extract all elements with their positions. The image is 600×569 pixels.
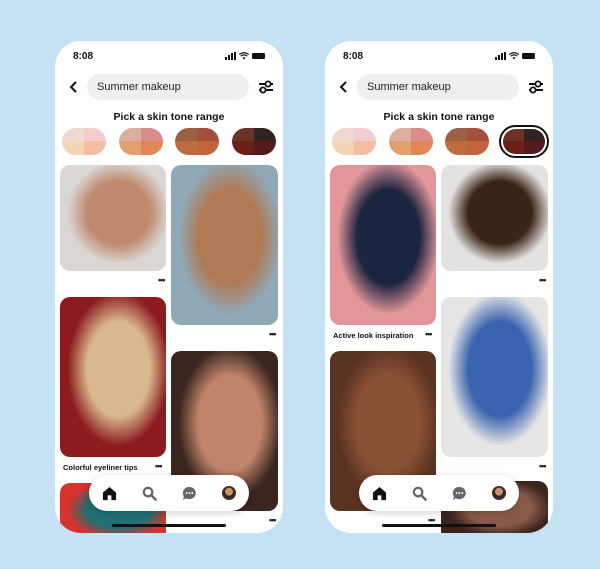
skin-tone-heading: Pick a skin tone range — [113, 111, 225, 123]
cellular-signal-icon — [225, 52, 236, 60]
filter-button[interactable] — [257, 78, 275, 96]
chevron-left-icon — [69, 81, 77, 93]
pin-image[interactable] — [330, 165, 436, 325]
profile-avatar — [222, 486, 236, 500]
phone-screen-right: 8:08 Summer makeup Pick a skin tone rang… — [325, 41, 553, 533]
status-time: 8:08 — [73, 50, 94, 62]
skin-tone-swatch-2[interactable] — [388, 127, 433, 155]
back-button[interactable] — [335, 79, 351, 95]
messages-icon — [182, 486, 196, 500]
wifi-icon — [239, 52, 249, 60]
skin-tone-heading: Pick a skin tone range — [383, 111, 495, 123]
bottom-nav — [89, 475, 249, 511]
filter-sliders-icon — [529, 80, 543, 94]
search-icon — [142, 486, 157, 501]
chevron-left-icon — [339, 81, 347, 93]
home-icon — [372, 486, 386, 500]
skin-tone-swatch-3[interactable] — [175, 127, 220, 155]
skin-tone-swatch-2[interactable] — [118, 127, 163, 155]
skin-tone-swatch-3[interactable] — [445, 127, 490, 155]
more-options-button[interactable]: ••• — [428, 516, 436, 525]
wifi-icon — [509, 52, 519, 60]
more-options-button[interactable]: ••• — [269, 330, 277, 339]
search-row: Summer makeup — [65, 74, 275, 100]
skin-tone-swatch-1[interactable] — [332, 127, 376, 155]
phone-screen-left: 8:08 Summer makeup Pick a skin tone rang… — [55, 41, 283, 533]
more-options-button[interactable]: ••• — [539, 276, 547, 285]
search-query: Summer makeup — [97, 81, 181, 93]
back-button[interactable] — [65, 79, 81, 95]
nav-profile[interactable] — [489, 483, 509, 503]
filter-sliders-icon — [259, 80, 273, 94]
messages-icon — [452, 486, 466, 500]
more-options-button[interactable]: ••• — [155, 462, 163, 471]
nav-search[interactable] — [409, 483, 429, 503]
search-query: Summer makeup — [367, 81, 451, 93]
nav-home[interactable] — [369, 483, 389, 503]
more-options-button[interactable]: ••• — [539, 462, 547, 471]
more-options-button[interactable]: ••• — [269, 516, 277, 525]
home-indicator — [382, 524, 496, 527]
nav-home[interactable] — [99, 483, 119, 503]
pin-caption: Active look inspiration — [333, 331, 414, 340]
skin-tone-swatch-1[interactable] — [62, 127, 106, 155]
battery-icon — [522, 53, 535, 59]
pin-image[interactable] — [60, 297, 166, 457]
search-icon — [412, 486, 427, 501]
status-time: 8:08 — [343, 50, 364, 62]
status-bar: 8:08 — [343, 50, 535, 62]
search-row: Summer makeup — [335, 74, 545, 100]
more-options-button[interactable]: ••• — [158, 276, 166, 285]
more-options-button[interactable]: ••• — [425, 330, 433, 339]
skin-tone-swatch-4[interactable] — [231, 127, 276, 155]
pin-image[interactable] — [171, 165, 278, 325]
filter-button[interactable] — [527, 78, 545, 96]
profile-avatar — [492, 486, 506, 500]
home-icon — [102, 486, 116, 500]
pin-caption: Colorful eyeliner tips — [63, 463, 138, 472]
battery-icon — [252, 53, 265, 59]
pin-image[interactable] — [441, 297, 548, 457]
skin-tone-swatches — [332, 124, 549, 158]
nav-messages[interactable] — [449, 483, 469, 503]
skin-tone-swatches — [62, 126, 276, 156]
search-input[interactable]: Summer makeup — [87, 74, 249, 100]
skin-tone-swatch-4[interactable] — [498, 124, 549, 158]
pin-image[interactable] — [441, 165, 548, 271]
bottom-nav — [359, 475, 519, 511]
cellular-signal-icon — [495, 52, 506, 60]
nav-messages[interactable] — [179, 483, 199, 503]
nav-search[interactable] — [139, 483, 159, 503]
home-indicator — [112, 524, 226, 527]
nav-profile[interactable] — [219, 483, 239, 503]
pin-image[interactable] — [60, 165, 166, 271]
search-input[interactable]: Summer makeup — [357, 74, 519, 100]
status-bar: 8:08 — [73, 50, 265, 62]
